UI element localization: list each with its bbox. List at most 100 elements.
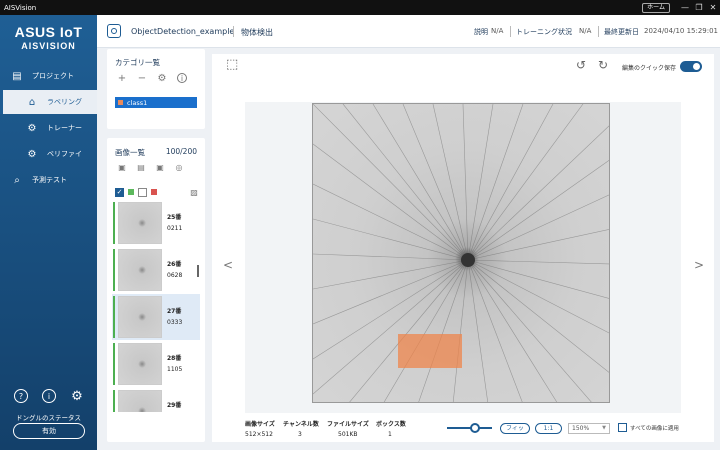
sidebar-item-project[interactable]: ▤ プロジェクト [0, 64, 97, 88]
draw-box-icon[interactable]: ⬚ [226, 57, 238, 72]
box-count-value: 1 [388, 431, 392, 438]
add-icon[interactable]: + [115, 71, 129, 85]
project-name: ObjectDetection_example [131, 27, 235, 36]
image-filter-icon[interactable]: ▨ [187, 186, 201, 198]
fit-button[interactable]: フィッ [500, 423, 530, 434]
zoom-value: 150% [572, 425, 590, 432]
minimize-icon[interactable]: — [678, 3, 692, 12]
channels-label: チャンネル数 [283, 421, 319, 428]
apply-all-checkbox[interactable] [618, 423, 627, 432]
folder-add-icon[interactable]: ▤ [134, 161, 148, 173]
close-icon[interactable]: ✕ [706, 3, 720, 12]
sidebar-item-labeling[interactable]: ⌂ ラベリング [0, 90, 97, 114]
sidebar-item-label: ベリファイ [47, 150, 82, 158]
gear-icon: ⚙ [27, 148, 37, 160]
last-updated-value: 2024/04/10 15:29:01 [644, 27, 719, 35]
prev-image-arrow[interactable]: < [223, 258, 233, 272]
quick-save-label: 編集のクイック保存 [621, 65, 676, 72]
thumb-id: 1105 [167, 366, 183, 373]
canvas-panel: ⬚ ↺ ↻ 編集のクイック保存 < > 画像サイズ 512×512 チャンネル数… [212, 54, 714, 442]
zoom-select[interactable]: 150% ▼ [568, 423, 610, 434]
redo-icon[interactable]: ↻ [598, 58, 608, 72]
tag-icon: ⌂ [28, 96, 36, 108]
remove-icon[interactable]: − [135, 71, 149, 85]
last-updated-label: 最終更新日 [604, 28, 639, 36]
help-icon[interactable]: ? [14, 389, 28, 403]
thumbnail-scrollbar[interactable] [197, 265, 199, 277]
info-icon[interactable]: i [175, 71, 189, 85]
title-bar: AISVision ホーム — ❐ ✕ [0, 0, 720, 15]
image-list-count: 100/200 [165, 147, 197, 156]
dongle-status-label: ドングルのステータス [16, 414, 81, 422]
image-size-label: 画像サイズ [245, 421, 275, 428]
thumbnail-image [118, 202, 162, 244]
training-status-value: N/A [579, 27, 592, 35]
home-button[interactable]: ホーム [642, 2, 670, 13]
list-item[interactable]: 29番0244 [112, 388, 200, 412]
next-image-arrow[interactable]: > [694, 258, 704, 272]
box-count-label: ボックス数 [376, 421, 406, 428]
training-status-label: トレーニング状況 [516, 28, 572, 36]
sidebar-item-label: ラベリング [47, 98, 82, 106]
sidebar-item-predict-test[interactable]: ⌕ 予測テスト [0, 168, 97, 192]
thumb-name: 27番 [167, 308, 182, 315]
image-search-icon[interactable]: ◎ [172, 161, 186, 173]
sidebar: ASUS IoT AISVISION ▤ プロジェクト ⌂ ラベリング ⚙ トレ… [0, 15, 97, 450]
project-icon [107, 24, 121, 38]
sidebar-item-verify[interactable]: ⚙ ベリファイ [0, 142, 97, 166]
bounding-box-class1[interactable] [398, 334, 462, 368]
desc-label: 説明 [474, 28, 488, 36]
thumb-id: 0333 [167, 319, 183, 326]
undo-icon[interactable]: ↺ [576, 58, 586, 72]
sidebar-item-label: プロジェクト [32, 72, 74, 80]
app-title: AISVision [4, 3, 37, 12]
gear-icon[interactable]: ⚙ [155, 71, 169, 85]
thumbnail-image [118, 390, 162, 412]
list-item[interactable]: 26番 0628 [112, 247, 200, 293]
filter-all-checkbox[interactable]: ✓ [115, 187, 124, 197]
image-size-value: 512×512 [245, 431, 273, 438]
thumb-id: 0628 [167, 272, 183, 279]
file-size-label: ファイルサイズ [327, 421, 369, 428]
list-item[interactable]: 28番 1105 [112, 341, 200, 387]
gear-chip-icon: ⚙ [27, 122, 37, 134]
labeled-swatch [128, 189, 134, 195]
thumb-name: 29番 [167, 402, 182, 409]
thumb-id: 0211 [167, 225, 183, 232]
desc-value: N/A [491, 27, 504, 35]
thumbnail-image [118, 296, 162, 338]
one-to-one-button[interactable]: 1:1 [535, 423, 562, 434]
category-panel: カテゴリ一覧 + − ⚙ i class1 [107, 49, 205, 129]
search-icon: ⌕ [14, 174, 20, 186]
list-item-selected[interactable]: 27番 0333 [112, 294, 200, 340]
filter-unlabeled-checkbox[interactable] [138, 187, 147, 197]
category-color-swatch [118, 100, 123, 105]
sidebar-item-label: トレーナー [47, 124, 82, 132]
info-icon[interactable]: i [42, 389, 56, 403]
category-item-class1[interactable]: class1 [115, 97, 197, 108]
apply-all-label: すべての画像に適用 [630, 426, 679, 432]
category-name: class1 [127, 98, 148, 107]
list-item[interactable]: 25番 0211 [112, 200, 200, 246]
image-add-icon[interactable]: ▣ [115, 161, 129, 173]
file-size-value: 501KB [338, 431, 358, 438]
settings-icon[interactable]: ⚙ [70, 389, 84, 404]
sidebar-item-trainer[interactable]: ⚙ トレーナー [0, 116, 97, 140]
category-title: カテゴリ一覧 [115, 58, 160, 67]
chevron-down-icon: ▼ [602, 425, 606, 431]
thumbnail-image [118, 249, 162, 291]
file-icon: ▤ [12, 70, 22, 82]
thumb-name: 25番 [167, 214, 182, 221]
project-header: ObjectDetection_example 物体検出 説明 N/A トレーニ… [97, 15, 720, 48]
maximize-icon[interactable]: ❐ [692, 3, 706, 12]
zoom-slider-handle[interactable] [470, 423, 480, 433]
dongle-status-button[interactable]: 有効 [13, 423, 85, 439]
thumb-name: 26番 [167, 261, 182, 268]
thumbnail-list: 25番 0211 26番 0628 27番 0333 28番 1105 29番0244 [112, 200, 200, 412]
project-type: 物体検出 [241, 28, 273, 37]
image-remove-icon[interactable]: ▣ [153, 161, 167, 173]
main-image[interactable] [312, 103, 610, 403]
thumb-name: 28番 [167, 355, 182, 362]
image-list-title: 画像一覧 [115, 148, 145, 157]
quick-save-toggle[interactable] [680, 61, 702, 72]
